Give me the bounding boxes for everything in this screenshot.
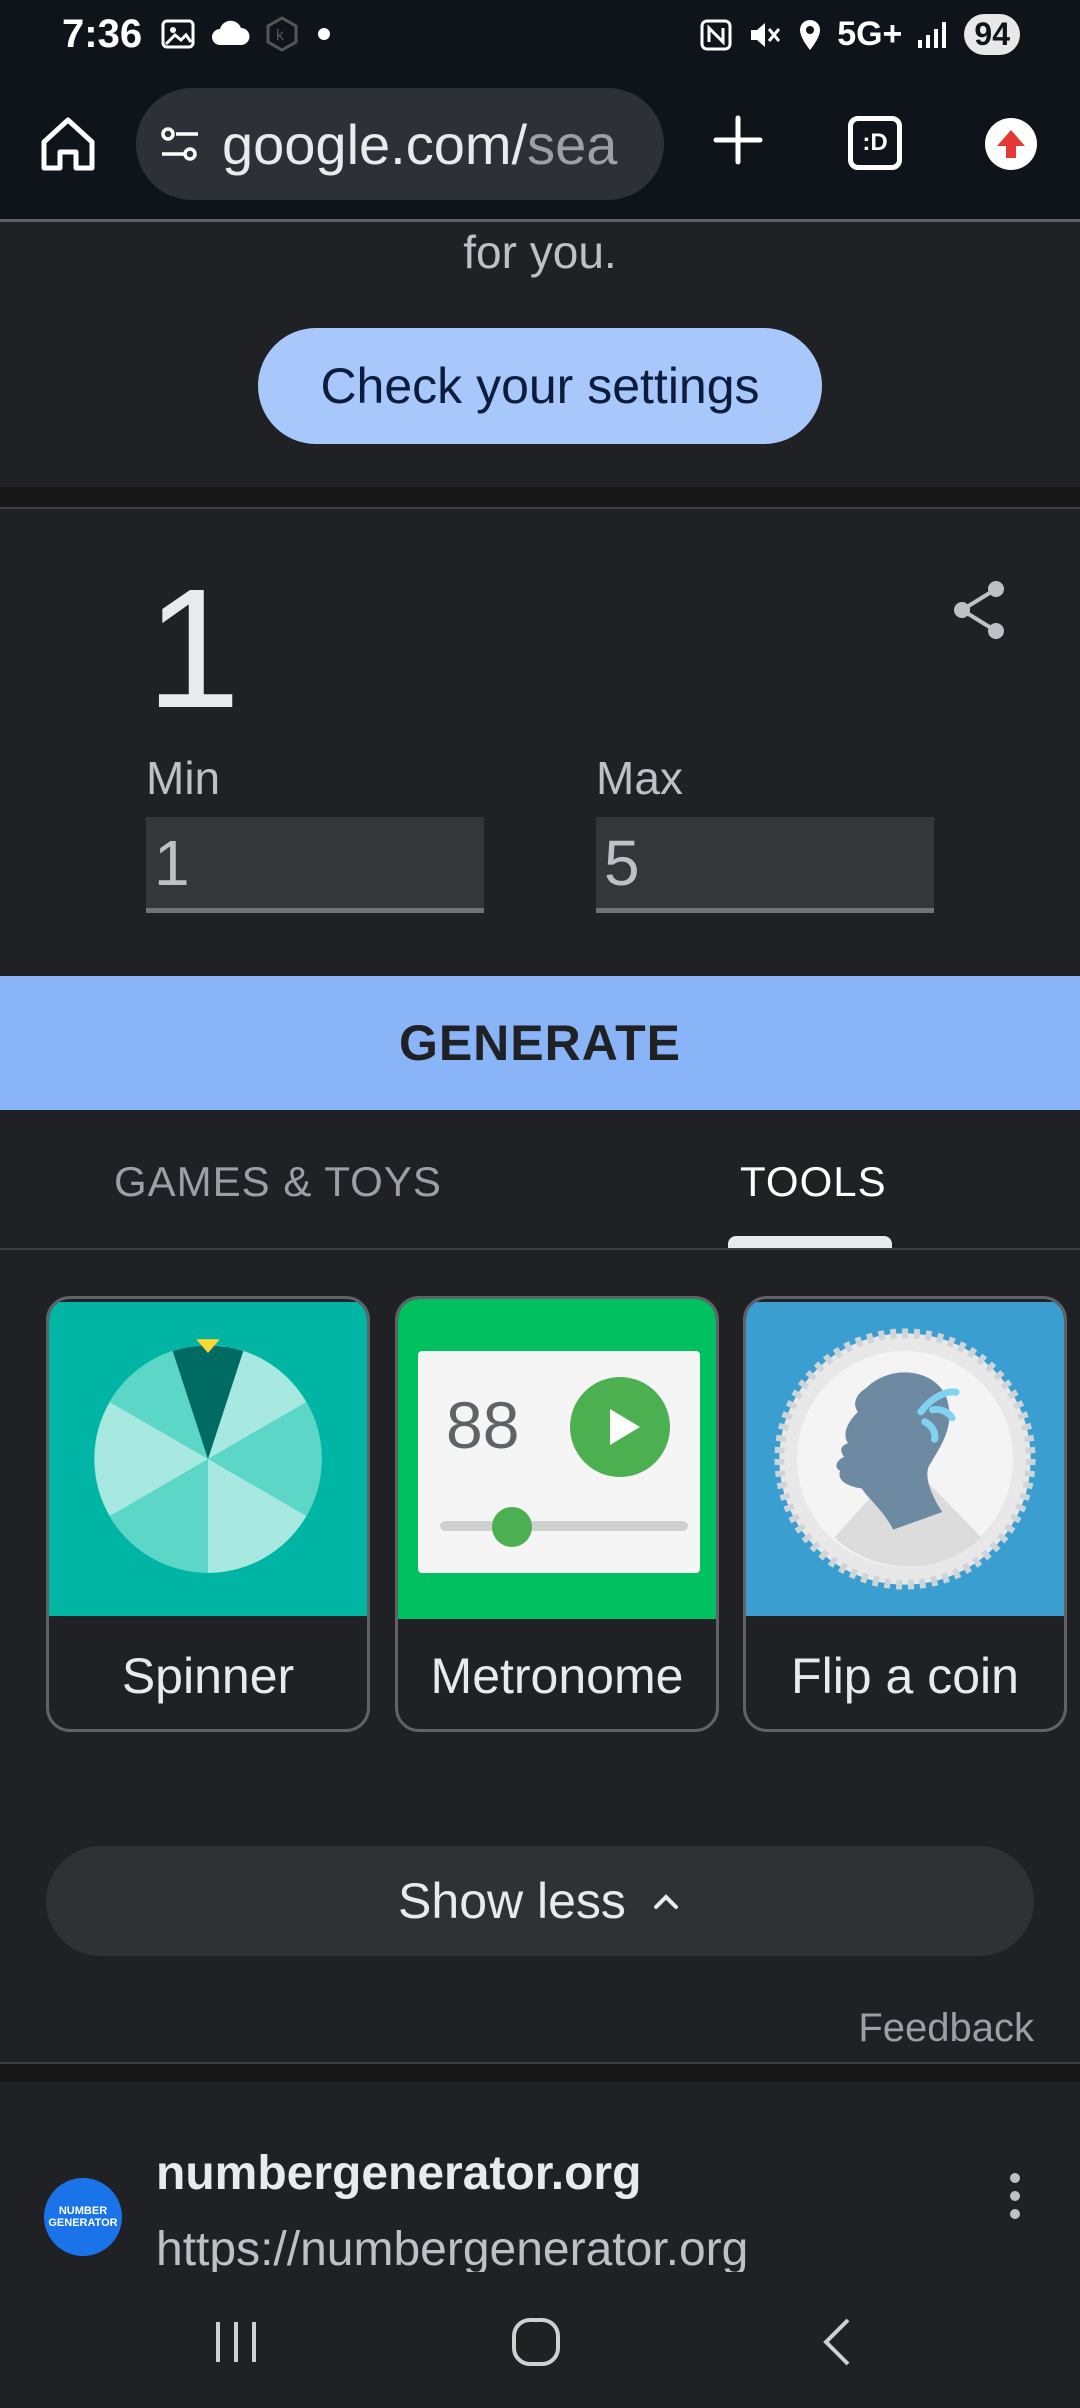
- search-result[interactable]: NUMBER GENERATOR numbergenerator.org htt…: [0, 2082, 1080, 2274]
- address-bar[interactable]: google.com/sea: [136, 88, 664, 200]
- screen: 7:36 k 5G+ 94 google.com/sea :D for you.…: [0, 0, 1080, 2408]
- metronome-card[interactable]: 88 Metronome: [395, 1296, 719, 1732]
- gallery-notification-icon: [161, 19, 195, 49]
- status-time: 7:36: [62, 12, 143, 56]
- play-icon: [570, 1377, 670, 1477]
- back-icon[interactable]: [810, 2312, 870, 2372]
- check-settings-button[interactable]: Check your settings: [258, 328, 822, 444]
- show-less-button[interactable]: Show less: [46, 1846, 1034, 1956]
- browser-toolbar: google.com/sea :D: [0, 72, 1080, 222]
- new-tab-icon[interactable]: [706, 108, 770, 172]
- metronome-bpm: 88: [446, 1388, 520, 1462]
- metronome-slider-thumb: [492, 1507, 532, 1547]
- spinner-label: Spinner: [121, 1647, 295, 1704]
- cloud-icon: [212, 20, 250, 45]
- spinner-card[interactable]: Spinner: [46, 1296, 370, 1732]
- spinner-icon: [49, 1301, 367, 1617]
- metronome-thumbnail: 88: [398, 1299, 716, 1619]
- divider: [0, 2062, 1080, 2082]
- settings-text: for you.: [463, 226, 617, 278]
- generate-button[interactable]: GENERATE: [0, 976, 1080, 1110]
- flip-coin-card[interactable]: Flip a coin: [743, 1296, 1067, 1732]
- max-input[interactable]: 5: [596, 817, 934, 913]
- settings-card: for you. Check your settings: [0, 225, 1080, 487]
- url-domain: google.com/: [222, 112, 528, 176]
- battery-indicator: 94: [964, 14, 1020, 55]
- divider: [0, 487, 1080, 509]
- home-icon[interactable]: [36, 112, 100, 176]
- dot-icon: [318, 28, 330, 40]
- status-bar: 7:36 k 5G+ 94: [0, 0, 1080, 72]
- coin-icon: [746, 1301, 1064, 1617]
- system-status: 5G+ 94: [699, 14, 1020, 55]
- tab-switcher-button[interactable]: :D: [848, 116, 902, 170]
- active-tab-indicator: [728, 1236, 892, 1248]
- system-navigation-bar: [0, 2272, 1080, 2408]
- recent-apps-icon[interactable]: [206, 2312, 266, 2372]
- url-path: sea: [527, 112, 618, 176]
- number-generator: 1 Min 1 Max 5: [0, 511, 1080, 976]
- site-name[interactable]: numbergenerator.org: [156, 2146, 641, 2201]
- k-app-icon: k: [266, 16, 298, 52]
- location-icon: [800, 19, 821, 50]
- metronome-slider-track: [440, 1521, 688, 1531]
- max-label: Max: [596, 752, 683, 804]
- min-label: Min: [146, 752, 221, 804]
- min-input[interactable]: 1: [146, 817, 484, 913]
- feedback-link[interactable]: Feedback: [858, 2006, 1034, 2051]
- site-settings-icon[interactable]: [158, 122, 202, 166]
- mute-icon: [751, 22, 781, 47]
- show-less-label: Show less: [398, 1873, 626, 1929]
- url-text[interactable]: google.com/sea: [222, 112, 617, 177]
- nfc-icon: [700, 19, 732, 50]
- svg-text:k: k: [276, 27, 285, 44]
- tab-games-toys[interactable]: GAMES & TOYS: [114, 1158, 442, 1206]
- metronome-label: Metronome: [430, 1647, 684, 1704]
- notification-icons: k: [160, 16, 334, 52]
- tab-tools[interactable]: TOOLS: [740, 1158, 887, 1206]
- share-icon[interactable]: [950, 577, 1010, 643]
- tab-bar: GAMES & TOYS TOOLS: [0, 1110, 1080, 1250]
- metronome-panel: 88: [418, 1351, 700, 1573]
- signal-icon: [918, 21, 947, 48]
- site-url[interactable]: https://numbergenerator.org: [156, 2222, 748, 2274]
- generated-number: 1: [146, 554, 241, 744]
- update-icon[interactable]: [985, 118, 1037, 170]
- site-favicon: NUMBER GENERATOR: [44, 2178, 122, 2256]
- network-type: 5G+: [837, 15, 903, 53]
- flip-coin-label: Flip a coin: [791, 1647, 1019, 1704]
- home-nav-icon[interactable]: [506, 2312, 566, 2372]
- chevron-up-icon: [653, 1894, 678, 1909]
- more-options-icon[interactable]: [1000, 2166, 1030, 2226]
